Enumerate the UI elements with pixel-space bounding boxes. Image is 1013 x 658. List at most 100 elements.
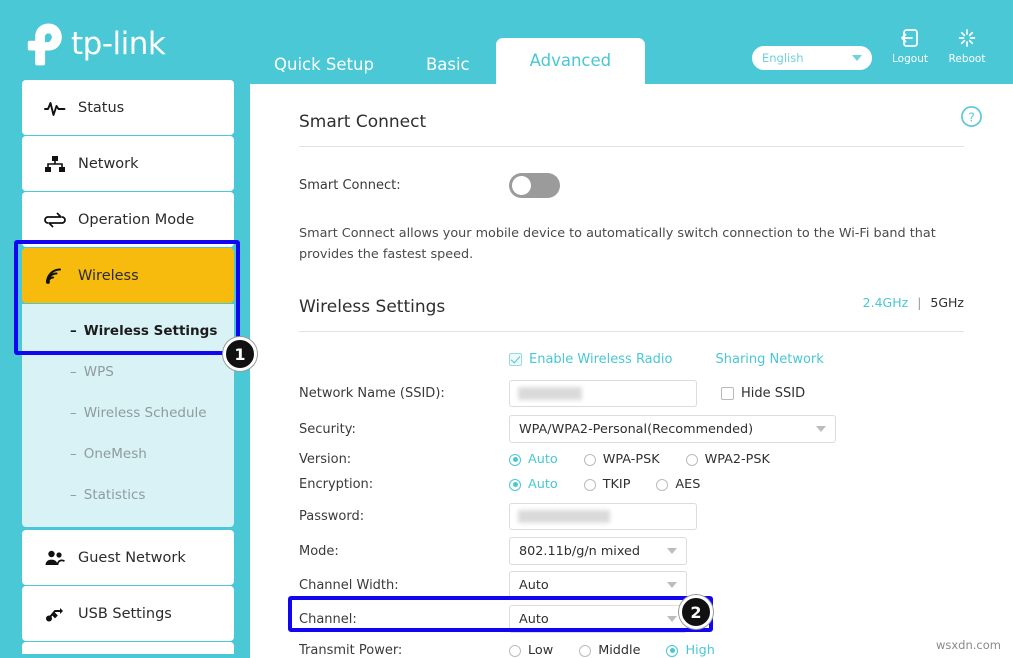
channel-label: Channel: [299,611,357,627]
smart-connect-label: Smart Connect: [299,178,401,193]
radio-dot [666,644,679,657]
sidebar-item-guest-network[interactable]: Guest Network [22,530,234,585]
tab-basic[interactable]: Basic [400,46,496,84]
smart-connect-toggle[interactable] [509,173,560,198]
encryption-option-aes[interactable]: AES [656,477,700,492]
hide-ssid-checkbox[interactable]: Hide SSID [721,386,805,401]
ssid-row: Network Name (SSID): Hide SSID [299,380,1013,408]
radio-enable-row: Enable Wireless Radio Sharing Network [299,352,1013,367]
sidebar-item-wireless[interactable]: Wireless [22,248,234,303]
chevron-down-icon [852,55,862,61]
logout-icon [884,28,936,50]
channel-width-label: Channel Width: [299,577,399,593]
sidebar-item-label: USB Settings [78,605,172,622]
channel-width-value: Auto [519,577,549,593]
smart-connect-title: Smart Connect [299,112,964,147]
version-option-wpa2-psk[interactable]: WPA2-PSK [685,452,770,467]
sidebar-subitem-wireless-settings[interactable]: – Wireless Settings [22,310,234,351]
option-label: Low [528,643,554,658]
annotation-badge-1: 1 [223,337,257,371]
band-tab-5ghz[interactable]: 5GHz [930,295,964,310]
encryption-option-tkip[interactable]: TKIP [583,477,631,493]
channel-select[interactable]: Auto [509,605,687,634]
sidebar-item-label: Network [78,155,139,172]
reboot-label: Reboot [948,53,986,65]
sidebar-subitem-wireless-schedule[interactable]: – Wireless Schedule [22,392,234,433]
password-input[interactable] [509,503,697,531]
wireless-settings-section-header: Wireless Settings 2.4GHz | 5GHz [299,265,964,333]
transmit-power-option-middle[interactable]: Middle [579,643,640,658]
transmit-power-option-low[interactable]: Low [509,643,553,658]
mode-value: 802.11b/g/n mixed [519,543,641,559]
content-panel: ? Smart Connect Smart Connect: Smart Con… [250,84,1013,658]
sidebar: Status Network Operation Mode Wireless –… [22,80,234,655]
version-option-auto[interactable]: Auto [509,452,558,467]
security-value: WPA/WPA2-Personal(Recommended) [519,421,754,437]
radio-dot [583,453,596,466]
encryption-label: Encryption: [299,477,374,493]
radio-dot [509,453,521,466]
logout-label: Logout [892,53,928,65]
dash-marker: – [70,322,77,339]
option-label: AES [675,477,701,493]
annotation-badge-2: 2 [679,595,713,629]
subitem-label: Wireless Settings [83,322,218,339]
channel-width-select[interactable]: Auto [509,571,687,600]
transmit-power-option-high[interactable]: High [666,643,715,658]
enable-wireless-radio-checkbox[interactable]: Enable Wireless Radio [509,352,672,367]
sidebar-item-label: Wireless [78,267,139,284]
option-label: WPA-PSK [602,452,660,468]
brand-name: tp-link [71,26,166,62]
logout-button[interactable]: Logout [884,28,936,65]
checkbox-box [721,387,734,401]
security-select[interactable]: WPA/WPA2-Personal(Recommended) [509,415,836,444]
subitem-label: Statistics [83,486,146,503]
smart-connect-description: Smart Connect allows your mobile device … [299,226,936,263]
version-option-wpa-psk[interactable]: WPA-PSK [583,452,660,468]
sidebar-item-label: Status [78,99,125,116]
radio-dot [509,478,521,491]
sharing-network-link[interactable]: Sharing Network [715,352,823,367]
encryption-option-auto[interactable]: Auto [509,477,558,492]
reboot-icon [941,28,993,50]
router-admin-page: tp-link Quick Setup Basic Advanced Engli… [0,0,1013,658]
chevron-down-icon [667,548,677,555]
language-selector[interactable]: English [752,46,872,70]
option-label: Middle [598,643,641,658]
tp-link-logo-icon [27,23,62,66]
svg-text:?: ? [968,109,975,124]
option-label: Auto [528,477,558,493]
ssid-input[interactable] [509,380,697,408]
ssid-label: Network Name (SSID): [299,386,445,402]
mode-select[interactable]: 802.11b/g/n mixed [509,537,687,566]
subitem-label: OneMesh [83,445,147,462]
channel-value: Auto [519,611,549,627]
sidebar-item-operation-mode[interactable]: Operation Mode [22,192,234,247]
tab-quick-setup[interactable]: Quick Setup [248,46,400,84]
sidebar-item-network[interactable]: Network [22,136,234,191]
option-label: Auto [528,452,558,468]
sidebar-subitem-statistics[interactable]: – Statistics [22,474,234,515]
dash-marker: – [70,486,77,503]
version-row: Version: Auto WPA-PSK WPA2-PSK [299,452,1013,467]
sidebar-item-next-partial[interactable] [22,642,234,654]
tab-advanced[interactable]: Advanced [495,38,646,84]
subitem-label: WPS [83,363,114,380]
brand-logo[interactable]: tp-link [22,22,166,66]
mode-row: Mode: 802.11b/g/n mixed [299,537,1013,566]
sidebar-subitem-wps[interactable]: – WPS [22,351,234,392]
exchange-arrows-icon [44,209,74,231]
hide-ssid-label: Hide SSID [741,386,806,402]
band-separator: | [917,295,922,311]
sidebar-item-status[interactable]: Status [22,80,234,135]
sidebar-subitem-onemesh[interactable]: – OneMesh [22,433,234,474]
band-tab-24ghz[interactable]: 2.4GHz [863,295,909,310]
chevron-down-icon [667,616,677,623]
reboot-button[interactable]: Reboot [941,28,993,65]
dash-marker: – [70,363,77,380]
version-radio-group: Auto WPA-PSK WPA2-PSK [509,452,796,467]
radio-dot [656,478,669,491]
sidebar-item-usb-settings[interactable]: USB Settings [22,586,234,641]
wifi-signal-icon [44,265,74,287]
option-label: TKIP [602,477,631,493]
